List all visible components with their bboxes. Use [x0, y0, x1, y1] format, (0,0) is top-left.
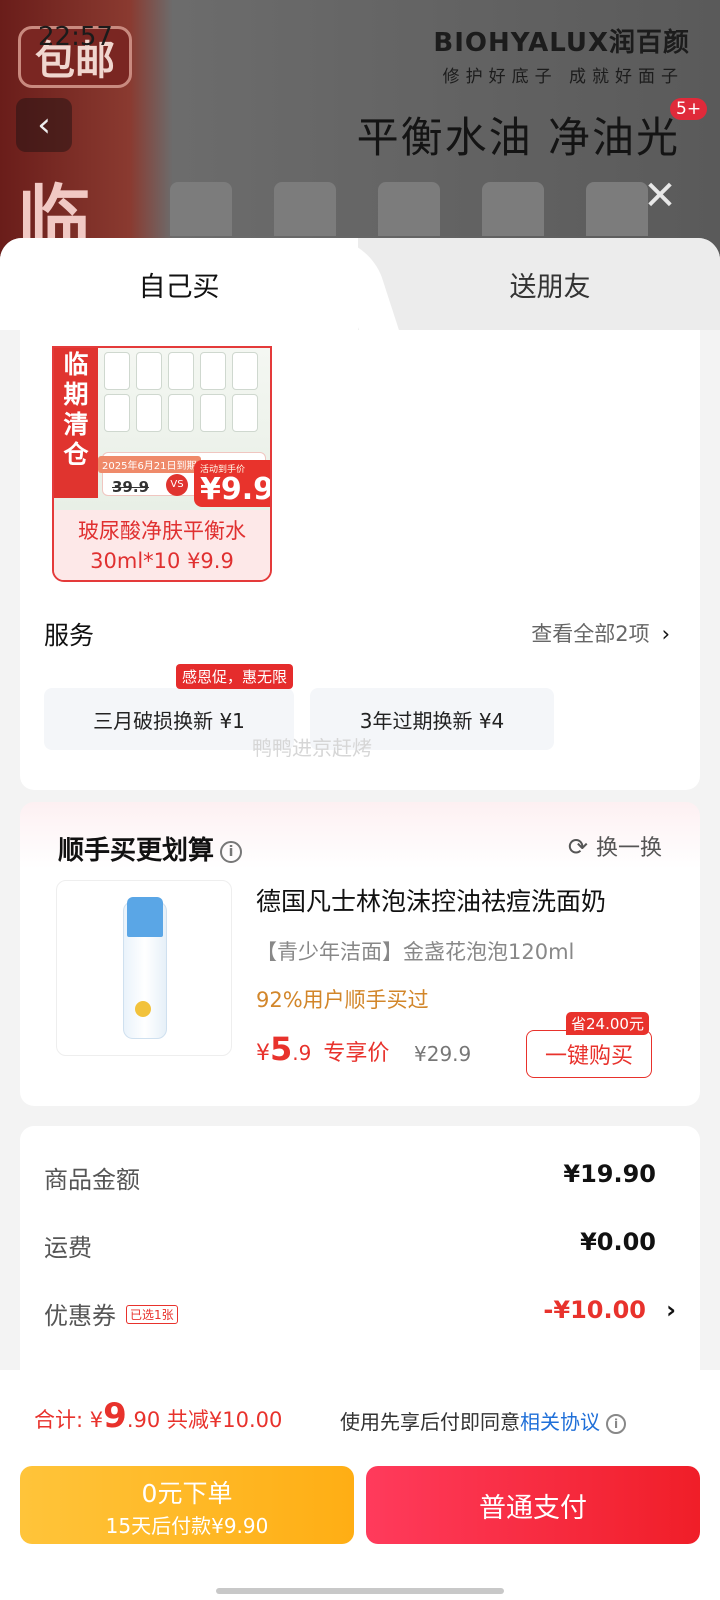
promo-caption: 玻尿酸净肤平衡水 30ml*10 ¥9.9: [54, 510, 270, 580]
price-label: 专享价: [323, 1041, 390, 1066]
addon-price: ¥5.9 专享价: [256, 1030, 389, 1068]
count-badge: 5+: [670, 98, 708, 120]
addon-product-name[interactable]: 德国凡士林泡沫控油祛痘洗面奶: [256, 882, 606, 918]
total-symbol: ¥: [89, 1408, 104, 1432]
home-indicator[interactable]: [216, 1588, 504, 1594]
swap-label: 换一换: [595, 836, 662, 861]
back-button[interactable]: ‹: [16, 98, 72, 152]
summary-row-shipping: 运费 ¥0.00: [44, 1228, 676, 1268]
price-dec: .9: [292, 1041, 312, 1065]
payment-bar: 合计: ¥9.90 共减¥10.00 使用先享后付即同意相关协议 i 0元下单 1…: [0, 1370, 720, 1600]
chevron-left-icon: ‹: [37, 105, 51, 145]
tab-gift-friend[interactable]: 送朋友: [380, 238, 720, 330]
total-int: 9: [103, 1396, 127, 1436]
promo-caption-line1: 玻尿酸净肤平衡水: [78, 519, 246, 543]
addon-product-subtitle: 【青少年洁面】金盏花泡泡120ml: [256, 940, 575, 964]
addon-title-text: 顺手买更划算: [58, 836, 215, 866]
addon-title: 顺手买更划算 i: [58, 830, 243, 867]
agree-text: 使用先享后付即同意: [340, 1410, 520, 1434]
summary-value: ¥19.90: [563, 1160, 656, 1188]
activity-price: ¥9.9: [200, 472, 272, 507]
pay-later-button[interactable]: 0元下单 15天后付款¥9.90: [20, 1466, 354, 1544]
summary-label: 商品金额: [44, 1166, 140, 1194]
promo-image-area: 临期清仓 2025年6月21日到期 39.9 VS 活动到手价 ¥9.9: [54, 348, 270, 510]
addon-card: 顺手买更划算 i ⟳ 换一换 德国凡士林泡沫控油祛痘洗面奶 【青少年洁面】金盏花泡泡…: [20, 802, 700, 1106]
promo-product-image[interactable]: 临期清仓 2025年6月21日到期 39.9 VS 活动到手价 ¥9.9 玻尿酸…: [52, 346, 272, 582]
promo-caption-line2: 30ml*10 ¥9.9: [90, 549, 234, 573]
background-product-page: 包邮 临 22:57 BIOHYALUX润百颜 修护好底子 成就好面子 平衡水油…: [0, 0, 720, 260]
normal-pay-button[interactable]: 普通支付: [366, 1466, 700, 1544]
bottles-image: [104, 352, 264, 432]
coupon-selected-chip: 已选1张: [126, 1304, 178, 1324]
total-dec: .90: [126, 1408, 161, 1432]
info-icon[interactable]: i: [220, 840, 243, 863]
status-time: 22:57: [38, 22, 113, 52]
order-total: 合计: ¥9.90 共减¥10.00: [34, 1396, 282, 1436]
summary-label: 优惠券 已选1张: [44, 1296, 178, 1331]
watermark: 鸭鸭进京赶烤: [252, 736, 372, 760]
product-bottles-image: [170, 182, 648, 236]
agreement-text: 使用先享后付即同意相关协议 i: [340, 1406, 626, 1435]
chevron-right-icon: ›: [661, 622, 670, 646]
addon-product-stat: 92%用户顺手买过: [256, 988, 429, 1012]
addon-original-price: ¥29.9: [414, 1042, 472, 1066]
service-view-all-label: 查看全部2项: [531, 622, 650, 646]
old-price: 39.9: [112, 478, 150, 496]
coupon-label: 优惠券: [44, 1302, 116, 1330]
expire-label: 2025年6月21日到期: [98, 456, 201, 473]
flower-icon: [135, 1001, 151, 1017]
price-int: 5: [270, 1030, 293, 1068]
price-symbol: ¥: [256, 1041, 270, 1066]
swap-button[interactable]: ⟳ 换一换: [568, 830, 662, 862]
purchase-tabs: 自己买 送朋友: [0, 238, 720, 330]
coupon-value: -¥10.00: [543, 1296, 646, 1324]
pay-later-sub: 15天后付款¥9.90: [105, 1514, 269, 1538]
product-slogan: 平衡水油 净油光: [356, 113, 680, 162]
pay-later-title: 0元下单: [141, 1479, 233, 1508]
bottle-cap: [127, 897, 163, 937]
product-service-card: 临期清仓 2025年6月21日到期 39.9 VS 活动到手价 ¥9.9 玻尿酸…: [20, 330, 700, 790]
addon-product-image[interactable]: [56, 880, 232, 1056]
brand-logo: BIOHYALUX润百颜: [433, 28, 690, 58]
brand-tagline: 修护好底子 成就好面子: [442, 67, 684, 87]
service-view-all[interactable]: 查看全部2项 ›: [531, 618, 670, 648]
refresh-icon: ⟳: [567, 833, 588, 861]
activity-price-box: 活动到手价 ¥9.9: [194, 460, 272, 507]
total-discount: 共减¥10.00: [160, 1408, 283, 1432]
close-icon[interactable]: ✕: [640, 176, 680, 216]
summary-row-goods: 商品金额 ¥19.90: [44, 1160, 676, 1200]
summary-value: ¥0.00: [580, 1228, 656, 1256]
chevron-right-icon: ›: [666, 1296, 676, 1324]
agreement-link[interactable]: 相关协议: [520, 1410, 600, 1434]
one-click-buy-button[interactable]: 一键购买: [526, 1030, 652, 1078]
total-label: 合计:: [34, 1408, 90, 1432]
service-promo-tag: 感恩促，惠无限: [176, 664, 294, 689]
clearance-strip: 临期清仓: [54, 348, 98, 498]
vs-badge: VS: [166, 474, 188, 496]
tab-buy-self[interactable]: 自己买: [0, 238, 358, 330]
summary-label: 运费: [44, 1234, 92, 1262]
info-icon[interactable]: i: [606, 1413, 626, 1434]
save-amount-tag: 省24.00元: [566, 1012, 649, 1035]
summary-row-coupon[interactable]: 优惠券 已选1张 -¥10.00 ›: [44, 1296, 676, 1336]
service-title: 服务: [44, 621, 95, 650]
